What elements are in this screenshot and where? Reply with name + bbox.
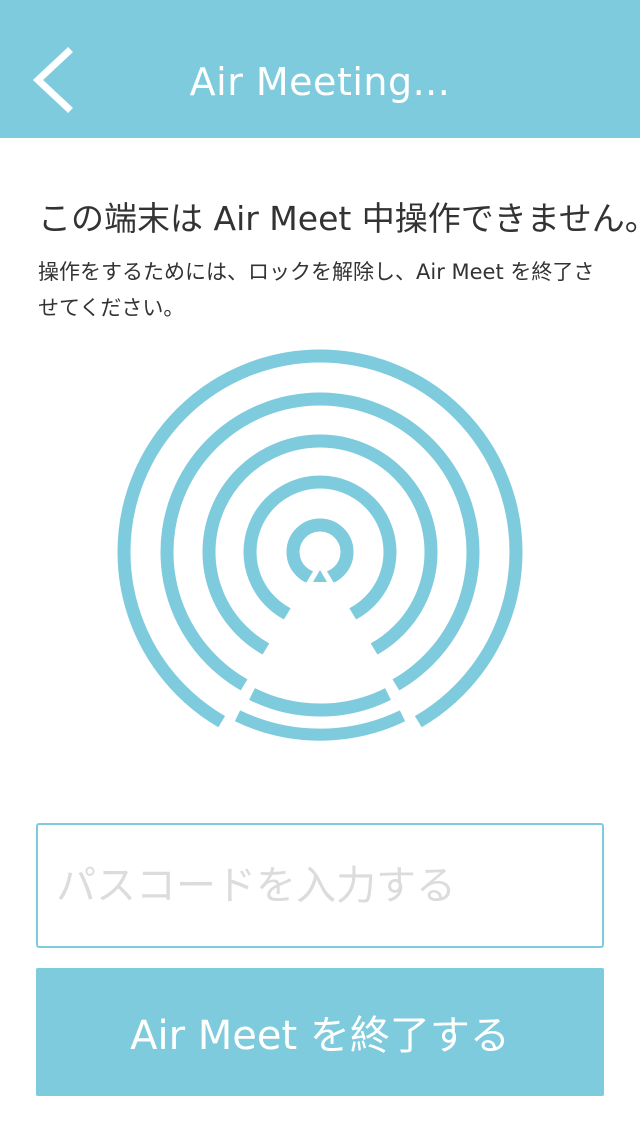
air-meet-lock-screen: Air Meeting... この端末は Air Meet 中操作できません。 … (0, 0, 640, 1136)
chevron-left-icon (32, 47, 73, 113)
lock-message-body: 操作をするためには、ロックを解除し、Air Meet を終了させてください。 (38, 260, 595, 320)
end-air-meet-button[interactable]: Air Meet を終了する (36, 968, 604, 1096)
passcode-input[interactable] (36, 823, 604, 948)
back-button[interactable] (18, 38, 90, 122)
page-title: Air Meeting... (189, 60, 451, 104)
lock-message-title: この端末は Air Meet 中操作できません。 (38, 199, 640, 238)
broadcast-signal-icon (112, 344, 528, 760)
navigation-bar: Air Meeting... (0, 0, 640, 138)
